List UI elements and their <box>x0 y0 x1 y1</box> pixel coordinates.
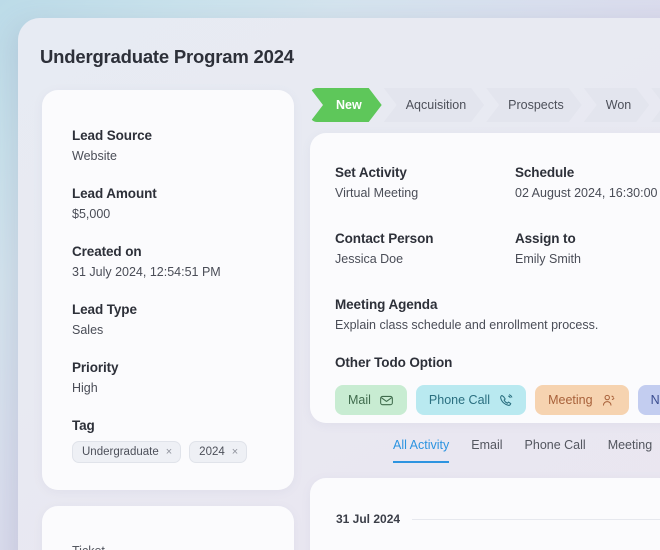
stage-pipeline: New Aqcuisition Prospects Won Lost <box>310 86 660 124</box>
ticket-label: Ticket <box>72 544 105 550</box>
field-value: Website <box>72 149 117 163</box>
tag-chip-label: Undergraduate <box>82 446 159 458</box>
field-label: Other Todo Option <box>335 355 453 370</box>
field-label: Assign to <box>515 231 576 246</box>
lead-info-card: Lead Source Website Lead Amount $5,000 C… <box>42 90 294 490</box>
detail-row-contact-assign: Contact Person Jessica Doe Assign to Emi… <box>335 231 660 266</box>
stage-chip-new[interactable]: New <box>310 88 382 122</box>
stage-chip-won[interactable]: Won <box>584 88 649 122</box>
field-value: $5,000 <box>72 207 111 221</box>
tag-chip-label: 2024 <box>199 446 225 458</box>
tag-chip-row: Undergraduate × 2024 × <box>72 441 248 463</box>
todo-chip-phone-call[interactable]: Phone Call <box>415 385 527 415</box>
stage-chip-aqcuisition[interactable]: Aqcuisition <box>384 88 484 122</box>
field-label: Set Activity <box>335 165 407 180</box>
field-label: Meeting Agenda <box>335 297 438 312</box>
field-label: Lead Amount <box>72 186 157 201</box>
field-lead-amount: Lead Amount $5,000 <box>72 186 157 221</box>
todo-chip-meeting[interactable]: Meeting <box>535 385 629 415</box>
field-value: 31 July 2024, 12:54:51 PM <box>72 265 221 279</box>
field-value: 02 August 2024, 16:30:00 <box>515 186 658 200</box>
lead-detail-panel: Undergraduate Program 2024 Lead Source W… <box>18 18 660 550</box>
todo-chip-mail[interactable]: Mail <box>335 385 407 415</box>
tab-meeting[interactable]: Meeting <box>608 438 652 463</box>
field-contact-person: Contact Person Jessica Doe <box>335 231 515 266</box>
ticket-card: Ticket <box>42 506 294 550</box>
field-label: Lead Type <box>72 302 137 317</box>
activity-feed-card: 31 Jul 2024 <box>310 478 660 550</box>
field-value: High <box>72 381 98 395</box>
tab-all-activity[interactable]: All Activity <box>393 438 450 463</box>
field-set-activity: Set Activity Virtual Meeting <box>335 165 515 200</box>
envelope-icon <box>379 393 394 408</box>
field-lead-type: Lead Type Sales <box>72 302 137 337</box>
activity-detail-card: Set Activity Virtual Meeting Schedule 02… <box>310 133 660 423</box>
activity-tabs: All Activity Email Phone Call Meeting <box>393 438 652 463</box>
activity-feed-date-row: 31 Jul 2024 <box>336 512 660 526</box>
todo-chip-label: Phone Call <box>428 393 491 407</box>
tag-chip[interactable]: Undergraduate × <box>72 441 182 463</box>
field-label: Tag <box>72 418 95 433</box>
field-label: Schedule <box>515 165 575 180</box>
stage-chip-prospects[interactable]: Prospects <box>486 88 582 122</box>
todo-chip-label: Note <box>650 393 660 407</box>
page-title: Undergraduate Program 2024 <box>40 46 294 67</box>
field-value: Emily Smith <box>515 252 581 266</box>
detail-row-meeting-agenda: Meeting Agenda Explain class schedule an… <box>335 297 660 332</box>
todo-option-chip-row: Mail Phone Call Meeting N <box>335 385 660 415</box>
field-meeting-agenda: Meeting Agenda Explain class schedule an… <box>335 297 660 332</box>
todo-chip-label: Mail <box>348 393 371 407</box>
divider <box>412 518 660 520</box>
field-assign-to: Assign to Emily Smith <box>515 231 660 266</box>
field-lead-source: Lead Source Website <box>72 128 152 163</box>
stage-chip-lost[interactable]: Lost <box>651 88 660 122</box>
field-value: Sales <box>72 323 104 337</box>
tab-phone-call[interactable]: Phone Call <box>525 438 586 463</box>
todo-chip-note[interactable]: Note <box>637 385 660 415</box>
field-value: Jessica Doe <box>335 252 404 266</box>
field-label: Contact Person <box>335 231 434 246</box>
tab-email[interactable]: Email <box>471 438 502 463</box>
todo-chip-label: Meeting <box>548 393 593 407</box>
phone-icon <box>498 393 513 408</box>
close-icon[interactable]: × <box>232 446 238 458</box>
field-schedule: Schedule 02 August 2024, 16:30:00 <box>515 165 660 200</box>
close-icon[interactable]: × <box>166 446 172 458</box>
field-tag: Tag Undergraduate × 2024 × <box>72 418 248 463</box>
field-label: Priority <box>72 360 119 375</box>
field-value: Explain class schedule and enrollment pr… <box>335 318 599 332</box>
field-value: Virtual Meeting <box>335 186 419 200</box>
activity-feed-date: 31 Jul 2024 <box>336 512 401 526</box>
other-todo-option-label-row: Other Todo Option <box>335 355 660 370</box>
field-created-on: Created on 31 July 2024, 12:54:51 PM <box>72 244 221 279</box>
field-label: Lead Source <box>72 128 152 143</box>
detail-row-activity-schedule: Set Activity Virtual Meeting Schedule 02… <box>335 165 660 200</box>
tag-chip[interactable]: 2024 × <box>189 441 248 463</box>
field-priority: Priority High <box>72 360 119 395</box>
people-icon <box>601 393 616 408</box>
field-label: Created on <box>72 244 142 259</box>
